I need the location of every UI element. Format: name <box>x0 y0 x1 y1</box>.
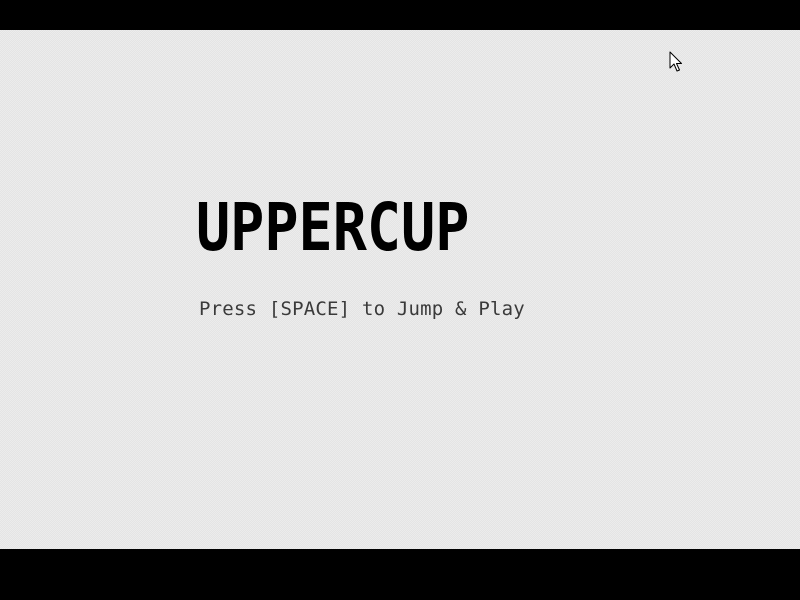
game-canvas[interactable]: UPPERCUP Press [SPACE] to Jump & Play <box>0 30 800 549</box>
mouse-pointer-icon <box>669 51 682 72</box>
game-screen: UPPERCUP Press [SPACE] to Jump & Play <box>0 0 800 600</box>
letterbox-bottom <box>0 549 800 600</box>
letterbox-top <box>0 0 800 30</box>
game-title: UPPERCUP <box>196 189 470 266</box>
start-prompt: Press [SPACE] to Jump & Play <box>199 298 525 320</box>
